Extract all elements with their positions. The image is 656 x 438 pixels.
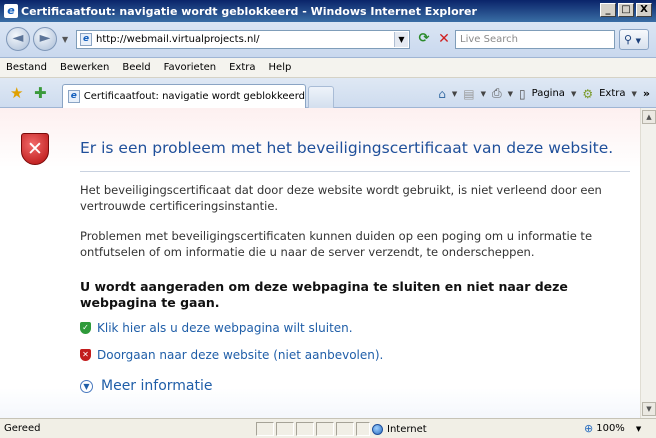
page-menu-icon: ▯: [519, 86, 526, 101]
unsafe-shield-icon: ✕: [80, 349, 91, 361]
home-icon[interactable]: ⌂: [438, 87, 446, 101]
status-cell: [356, 422, 370, 436]
address-toolbar: ◄ ► ▼ e http://webmail.virtualprojects.n…: [0, 22, 656, 58]
forward-button[interactable]: ►: [33, 27, 57, 51]
refresh-icon[interactable]: ⟳: [416, 31, 432, 47]
close-button[interactable]: X: [636, 3, 652, 17]
menu-bestand[interactable]: Bestand: [4, 61, 49, 74]
close-page-link[interactable]: ✓ Klik hier als u deze webpagina wilt sl…: [80, 321, 353, 335]
maximize-button[interactable]: □: [618, 3, 634, 17]
status-bar: Gereed Internet ⊕ 100% ▼: [0, 418, 656, 438]
expand-chevron-icon[interactable]: ▼: [80, 379, 93, 393]
tools-menu-button[interactable]: Extra: [599, 88, 625, 99]
new-tab-button[interactable]: [308, 86, 334, 108]
error-page-content: ✕ Er is een probleem met het beveiliging…: [0, 108, 640, 418]
chevron-more-icon[interactable]: »: [643, 87, 650, 100]
zoom-dropdown-icon[interactable]: ▼: [636, 425, 641, 433]
vertical-scrollbar[interactable]: ▲ ▼: [640, 108, 656, 418]
tab-certificate-error[interactable]: e Certificaatfout: navigatie wordt geblo…: [62, 84, 306, 108]
status-cell: [336, 422, 354, 436]
forward-arrow-icon: ►: [39, 30, 51, 46]
address-dropdown-icon[interactable]: ▼: [394, 32, 408, 47]
scroll-down-icon[interactable]: ▼: [642, 402, 656, 416]
search-input[interactable]: Live Search: [455, 30, 615, 49]
paragraph-certificate: Het beveiligingscertificaat dat door dez…: [80, 183, 602, 213]
zoom-magnifier-icon: ⊕: [584, 422, 594, 435]
zoom-level: 100%: [596, 423, 625, 434]
stop-icon[interactable]: ✕: [436, 31, 452, 47]
history-dropdown-icon[interactable]: ▼: [62, 35, 68, 44]
menu-bar: Bestand Bewerken Beeld Favorieten Extra …: [0, 58, 656, 78]
print-icon[interactable]: ⎙: [492, 86, 502, 101]
menu-extra[interactable]: Extra: [227, 61, 257, 74]
error-shield-icon: ✕: [21, 133, 49, 165]
window-title-bar: e Certificaatfout: navigatie wordt geblo…: [0, 0, 656, 22]
tab-label: Certificaatfout: navigatie wordt geblokk…: [83, 91, 305, 102]
status-text: Gereed: [4, 423, 41, 434]
back-arrow-icon: ◄: [12, 30, 24, 46]
menu-help[interactable]: Help: [267, 61, 294, 74]
page-menu-button[interactable]: Pagina: [532, 88, 565, 99]
globe-icon: [372, 423, 383, 435]
menu-bewerken[interactable]: Bewerken: [58, 61, 111, 74]
search-icon: ⚲: [624, 33, 633, 46]
minimize-button[interactable]: _: [600, 3, 616, 17]
favorites-star-icon[interactable]: ★: [10, 85, 23, 101]
warning-recommendation: U wordt aangeraden om deze webpagina te …: [80, 279, 568, 310]
more-info-toggle[interactable]: ▼ Meer informatie: [80, 378, 213, 394]
close-page-link-text[interactable]: Klik hier als u deze webpagina wilt slui…: [97, 321, 353, 335]
zoom-control[interactable]: ⊕ 100% ▼: [584, 422, 641, 435]
url-text[interactable]: http://webmail.virtualprojects.nl/: [96, 34, 259, 45]
continue-website-link-text[interactable]: Doorgaan naar deze website (niet aanbevo…: [97, 348, 383, 362]
tab-page-icon: e: [68, 90, 80, 103]
ie-logo-icon: e: [4, 4, 18, 18]
add-favorite-icon[interactable]: ✚: [34, 85, 47, 101]
divider: [80, 171, 630, 172]
status-cell: [256, 422, 274, 436]
tab-bar: ★ ✚ e Certificaatfout: navigatie wordt g…: [0, 78, 656, 108]
more-info-text[interactable]: Meer informatie: [101, 378, 213, 394]
window-title: Certificaatfout: navigatie wordt geblokk…: [21, 4, 477, 18]
menu-beeld[interactable]: Beeld: [120, 61, 152, 74]
tools-gear-icon: ⚙: [582, 86, 594, 101]
page-icon: e: [80, 33, 92, 46]
back-button[interactable]: ◄: [6, 27, 30, 51]
page-headline: Er is een probleem met het beveiligingsc…: [80, 139, 614, 157]
address-field[interactable]: e http://webmail.virtualprojects.nl/ ▼: [76, 30, 410, 49]
status-cell: [276, 422, 294, 436]
feeds-icon[interactable]: ▤: [463, 87, 474, 101]
status-cell: [296, 422, 314, 436]
security-zone[interactable]: Internet: [372, 422, 572, 436]
search-button[interactable]: ⚲ ▼: [619, 29, 649, 50]
zone-label: Internet: [387, 423, 427, 435]
paragraph-risk: Problemen met beveiligingscertificaten k…: [80, 229, 593, 259]
safe-shield-icon: ✓: [80, 322, 91, 334]
continue-website-link[interactable]: ✕ Doorgaan naar deze website (niet aanbe…: [80, 348, 383, 362]
command-bar: ⌂ ▼ ▤ ▼ ⎙ ▼ ▯ Pagina ▼ ⚙ Extra ▼ »: [438, 86, 650, 101]
scroll-up-icon[interactable]: ▲: [642, 110, 656, 124]
status-cell: [316, 422, 334, 436]
menu-favorieten[interactable]: Favorieten: [162, 61, 218, 74]
